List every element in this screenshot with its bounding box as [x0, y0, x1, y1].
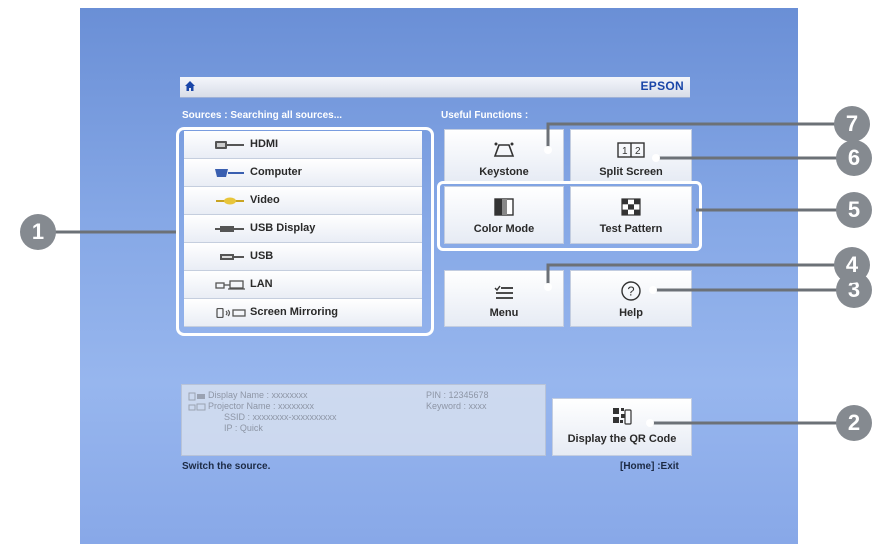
home-icon[interactable]: [184, 80, 196, 92]
menu-label: Menu: [489, 307, 519, 319]
source-label: Video: [250, 194, 280, 206]
sources-title: Sources : Searching all sources...: [182, 110, 343, 121]
menu-icon: [494, 285, 513, 299]
projector-icon: [188, 403, 206, 411]
display-icon: [188, 392, 205, 401]
useful-functions-title: Useful Functions :: [441, 110, 529, 121]
source-item-usb[interactable]: USB: [184, 243, 422, 271]
qr-code-label: Display the QR Code: [567, 433, 677, 445]
keyword-info: Keyword : xxxx: [426, 401, 487, 411]
source-item-video[interactable]: Video: [184, 187, 422, 215]
source-label: LAN: [250, 278, 273, 290]
source-item-usb-display[interactable]: USB Display: [184, 215, 422, 243]
color-mode-label: Color Mode: [473, 223, 535, 235]
computer-port-icon: [215, 169, 244, 177]
source-item-screen-mirroring[interactable]: Screen Mirroring: [184, 299, 422, 327]
usb-icon: [220, 254, 244, 260]
test-pattern-label: Test Pattern: [599, 223, 663, 235]
color-mode-button[interactable]: Color Mode: [444, 186, 564, 244]
hdmi-icon: [215, 141, 244, 149]
network-info-panel: Display Name : xxxxxxxx Projector Name :…: [181, 384, 546, 456]
status-hint: Switch the source.: [182, 461, 271, 472]
lan-icon: [215, 280, 245, 290]
display-name-info: Display Name : xxxxxxxx: [208, 390, 308, 400]
split-screen-button[interactable]: 12 Split Screen: [570, 129, 692, 183]
callout-1: 1: [20, 214, 56, 250]
qr-code-icon: [613, 408, 632, 425]
ssid-info: SSID : xxxxxxxx-xxxxxxxxxx: [224, 412, 337, 422]
help-label: Help: [619, 307, 643, 319]
keystone-icon: [493, 142, 515, 157]
qr-code-button[interactable]: Display the QR Code: [552, 398, 692, 456]
svg-text:?: ?: [627, 284, 634, 299]
callout-6: 6: [836, 140, 872, 176]
split-screen-label: Split Screen: [599, 166, 663, 178]
source-item-computer[interactable]: Computer: [184, 159, 422, 187]
split-screen-icon: 12: [617, 142, 645, 158]
ip-info: IP : Quick: [224, 423, 263, 433]
video-port-icon: [216, 197, 244, 205]
menu-button[interactable]: Menu: [444, 270, 564, 327]
source-label: USB: [250, 250, 274, 262]
callout-7: 7: [834, 106, 870, 142]
screen-mirroring-icon: [216, 308, 246, 318]
callout-5: 5: [836, 192, 872, 228]
source-label: Screen Mirroring: [250, 306, 339, 318]
callout-4: 4: [834, 247, 870, 283]
help-button[interactable]: ? Help: [570, 270, 692, 327]
color-mode-icon: [494, 198, 514, 216]
source-label: Computer: [250, 166, 302, 178]
source-item-lan[interactable]: LAN: [184, 271, 422, 299]
usb-display-icon: [215, 226, 244, 232]
source-label: USB Display: [250, 222, 316, 234]
source-label: HDMI: [250, 138, 279, 150]
test-pattern-icon: [621, 198, 641, 216]
callout-2: 2: [836, 405, 872, 441]
svg-text:1: 1: [622, 146, 628, 157]
pin-info: PIN : 12345678: [426, 390, 489, 400]
keystone-label: Keystone: [479, 166, 529, 178]
projector-name-info: Projector Name : xxxxxxxx: [208, 401, 315, 411]
keystone-button[interactable]: Keystone: [444, 129, 564, 183]
svg-text:2: 2: [635, 146, 641, 157]
source-item-hdmi[interactable]: HDMI: [184, 131, 422, 159]
exit-hint: [Home] :Exit: [620, 461, 679, 472]
test-pattern-button[interactable]: Test Pattern: [570, 186, 692, 244]
help-icon: ?: [621, 281, 641, 301]
brand-logo: EPSON: [640, 79, 684, 93]
